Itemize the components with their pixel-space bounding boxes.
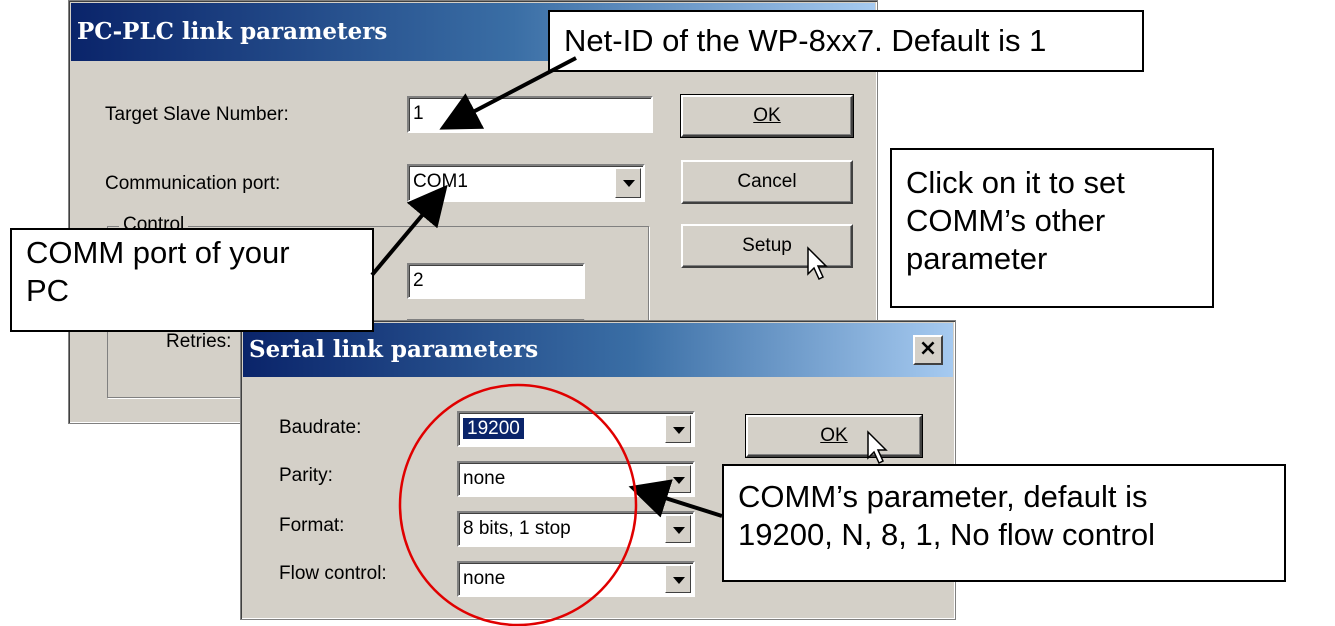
setup-callout-line1: Click on it to set: [906, 165, 1125, 200]
baudrate-select[interactable]: 19200: [457, 411, 695, 447]
flow-control-select[interactable]: none: [457, 561, 695, 597]
plc-ok-label: OK: [753, 105, 781, 126]
parity-value: none: [463, 468, 506, 489]
serial-ok-button[interactable]: OK: [745, 414, 923, 458]
setup-callout-line2: COMM’s other: [906, 203, 1106, 238]
serial-ok-label: OK: [820, 425, 848, 446]
baudrate-label: Baudrate:: [279, 417, 362, 438]
format-label: Format:: [279, 515, 345, 536]
net-id-callout: Net-ID of the WP-8xx7. Default is 1: [548, 10, 1144, 72]
net-id-callout-text: Net-ID of the WP-8xx7. Default is 1: [564, 23, 1047, 58]
comm-port-callout: COMM port of your PC: [10, 228, 374, 332]
comm-port-value: COM1: [413, 171, 468, 192]
retries-label: Retries:: [166, 331, 232, 352]
dropdown-arrow-icon[interactable]: [665, 415, 691, 443]
dropdown-arrow-icon[interactable]: [665, 515, 691, 543]
target-slave-label: Target Slave Number:: [105, 104, 289, 125]
dropdown-arrow-icon[interactable]: [665, 565, 691, 593]
target-slave-input[interactable]: 1: [407, 96, 653, 133]
comm-param-callout-line2: 19200, N, 8, 1, No flow control: [738, 517, 1156, 552]
setup-callout-line3: parameter: [906, 241, 1048, 276]
timeout-input[interactable]: 2: [407, 263, 585, 299]
setup-callout: Click on it to set COMM’s other paramete…: [890, 148, 1214, 308]
plc-cancel-button[interactable]: Cancel: [681, 160, 853, 204]
format-value: 8 bits, 1 stop: [463, 518, 571, 539]
dropdown-arrow-icon[interactable]: [665, 465, 691, 493]
comm-port-label: Communication port:: [105, 173, 281, 194]
plc-setup-button[interactable]: Setup: [681, 224, 853, 268]
parity-label: Parity:: [279, 465, 333, 486]
comm-param-callout-line1: COMM’s parameter, default is: [738, 479, 1148, 514]
flow-control-label: Flow control:: [279, 563, 387, 584]
parity-select[interactable]: none: [457, 461, 695, 497]
plc-ok-button[interactable]: OK: [680, 94, 854, 138]
comm-port-callout-line1: COMM port of your: [26, 235, 290, 270]
comm-param-callout: COMM’s parameter, default is 19200, N, 8…: [722, 464, 1286, 582]
plc-cancel-label: Cancel: [737, 171, 797, 192]
dropdown-arrow-icon[interactable]: [615, 168, 641, 198]
close-icon[interactable]: ×: [913, 335, 943, 365]
flow-control-value: none: [463, 568, 506, 589]
format-select[interactable]: 8 bits, 1 stop: [457, 511, 695, 547]
plc-setup-label: Setup: [742, 235, 792, 256]
comm-port-callout-line2: PC: [26, 273, 70, 308]
baudrate-value: 19200: [463, 418, 524, 439]
comm-port-select[interactable]: COM1: [407, 164, 645, 202]
